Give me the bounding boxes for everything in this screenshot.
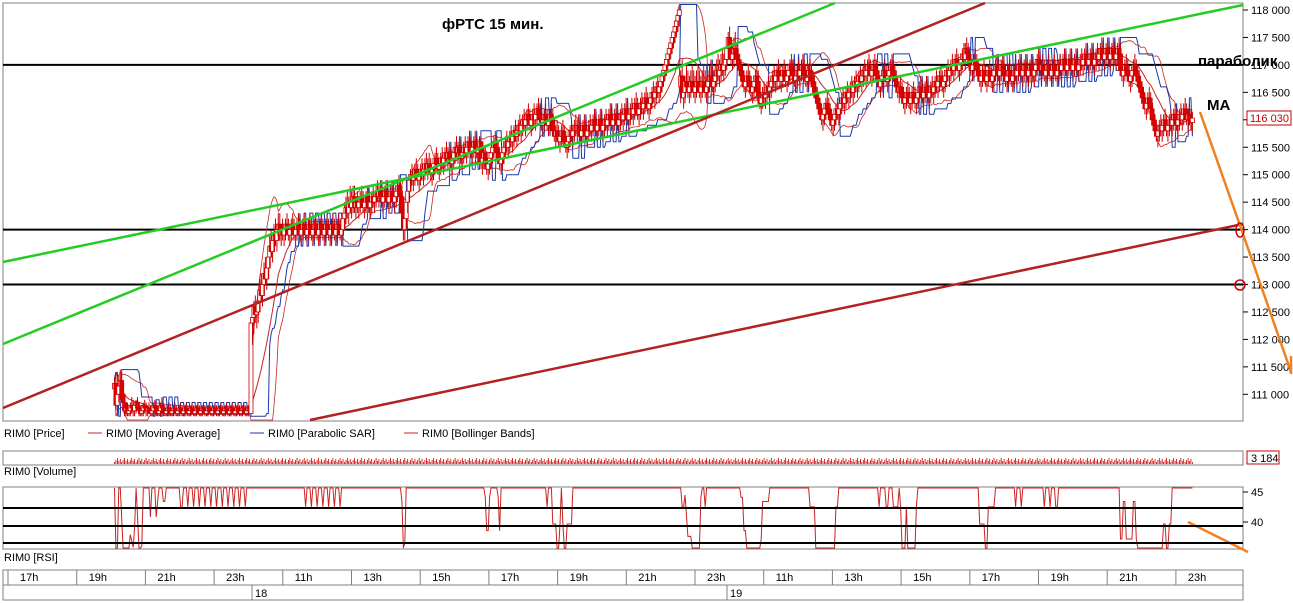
bollinger-lower: [114, 63, 1193, 421]
price-tick-label: 115 000: [1251, 170, 1290, 182]
rsi-levels: [3, 507, 1243, 544]
price-tick-label: 115 500: [1251, 142, 1290, 154]
red-trend-lower: [309, 222, 1244, 422]
price-tick-label: 116 500: [1251, 87, 1290, 99]
time-tick-label: 13h: [364, 572, 382, 584]
rsi-line: [114, 487, 1193, 549]
price-tick-label: 117 500: [1251, 32, 1290, 44]
horizontal-levels: [3, 63, 1243, 286]
candles: [112, 4, 1195, 417]
green-trend-lower: [2, 1, 836, 346]
price-tick-label: 113 500: [1251, 252, 1290, 264]
price-tick-label: 112 000: [1251, 334, 1290, 346]
red-trend-upper: [2, 1, 986, 410]
price-tick-label: 114 500: [1251, 197, 1290, 209]
legend-ma: RIM0 [Moving Average]: [106, 428, 220, 440]
price-tick-label: 111 500: [1251, 362, 1289, 374]
time-tick-label: 21h: [638, 572, 656, 584]
last-price-value: 116 030: [1250, 113, 1289, 125]
legend-bb: RIM0 [Bollinger Bands]: [422, 428, 535, 440]
candle-body: [1190, 117, 1195, 123]
time-tick-label: 21h: [157, 572, 175, 584]
time-tick-label: 17h: [501, 572, 519, 584]
legend: RIM0 [Price] RIM0 [Moving Average] RIM0 …: [4, 428, 535, 440]
time-tick-label: 15h: [432, 572, 450, 584]
time-tick-label: 17h: [20, 572, 38, 584]
price-tick-label: 114 000: [1251, 225, 1290, 237]
rsi-polyline: [114, 487, 1193, 549]
legend-sar: RIM0 [Parabolic SAR]: [268, 428, 375, 440]
time-tick-label: 13h: [844, 572, 862, 584]
chart: 118 000117 500117 000116 500116 000115 5…: [2, 1, 1293, 601]
price-tick-label: 118 000: [1251, 5, 1290, 17]
legend-price: RIM0 [Price]: [4, 428, 65, 440]
candle-body: [676, 9, 682, 16]
time-tick-label: 23h: [707, 572, 725, 584]
time-tick-label: 17h: [982, 572, 1000, 584]
time-tick-label: 11h: [776, 572, 794, 584]
volume-panel-label: RIM0 [Volume]: [4, 466, 76, 478]
time-tick-label: 15h: [913, 572, 931, 584]
date-tick-label: 19: [730, 588, 742, 600]
date-tick-label: 18: [255, 588, 267, 600]
time-tick-label: 19h: [570, 572, 588, 584]
time-tick-label: 19h: [1051, 572, 1069, 584]
rsi-panel-label: RIM0 [RSI]: [4, 552, 58, 564]
time-tick-label: 21h: [1119, 572, 1137, 584]
price-tick-label: 113 000: [1251, 280, 1290, 292]
chart-title: фРТС 15 мин.: [442, 16, 544, 33]
rsi-tick-label-40: 40: [1251, 517, 1263, 529]
rsi-tick-label-45: 45: [1251, 487, 1263, 499]
time-tick-label: 19h: [89, 572, 107, 584]
time-tick-label: 23h: [1188, 572, 1206, 584]
annotation-ma: МА: [1207, 97, 1230, 114]
annotation-parabolic: параболик: [1198, 53, 1278, 70]
volume-bars: [114, 458, 1193, 464]
time-tick-label: 23h: [226, 572, 244, 584]
time-tick-label: 11h: [295, 572, 313, 584]
price-tick-label: 111 000: [1251, 389, 1289, 401]
volume-last-value: 3 184: [1251, 453, 1279, 465]
green-trend-upper: [2, 3, 1244, 264]
